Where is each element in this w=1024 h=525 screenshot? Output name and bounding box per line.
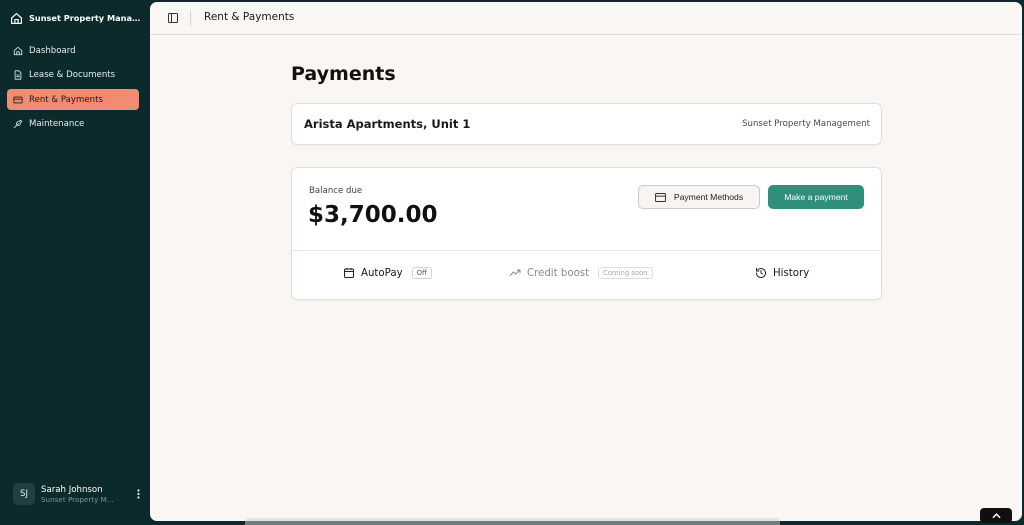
balance-card: Balance due $3,700.00 Payment Methods Ma… — [291, 167, 882, 300]
home-icon — [13, 46, 23, 55]
sidebar-item-label: Dashboard — [29, 45, 76, 56]
property-manager: Sunset Property Management — [742, 119, 870, 129]
wrench-icon — [13, 119, 23, 129]
sidebar-toggle-icon[interactable] — [167, 12, 179, 24]
user-org: Sunset Property M... — [41, 494, 114, 504]
property-card: Arista Apartments, Unit 1 Sunset Propert… — [291, 103, 882, 145]
credit-boost-status-badge: Coming soon — [598, 267, 653, 279]
payment-methods-label: Payment Methods — [673, 192, 744, 202]
sidebar-item-label: Lease & Documents — [29, 70, 116, 80]
card-divider — [292, 250, 881, 251]
sidebar-item-maintenance[interactable]: Maintenance — [7, 114, 139, 135]
main-content: Rent & Payments Payments Arista Apartmen… — [150, 2, 1022, 521]
bottom-scroll-shadow — [245, 518, 780, 525]
calendar-icon — [344, 268, 354, 278]
page-title: Payments — [291, 63, 396, 85]
card-icon — [13, 96, 23, 103]
payment-methods-button[interactable]: Payment Methods — [638, 185, 760, 209]
sidebar-item-lease-documents[interactable]: Lease & Documents — [7, 65, 139, 86]
document-icon — [14, 70, 22, 80]
more-options-icon[interactable] — [133, 487, 143, 501]
sidebar-item-label: Maintenance — [29, 119, 85, 129]
sidebar-item-label: Rent & Payments — [29, 94, 103, 105]
sidebar-nav: Dashboard Lease & Documents Rent & Payme… — [7, 40, 139, 138]
brand-name: Sunset Property Manage... — [29, 13, 146, 23]
sidebar: Sunset Property Manage... Dashboard Leas… — [0, 0, 150, 525]
home-icon — [11, 12, 22, 24]
autopay-label: AutoPay — [361, 267, 403, 279]
autopay-status-badge: Off — [411, 267, 432, 279]
sidebar-item-rent-payments[interactable]: Rent & Payments — [7, 89, 139, 110]
make-payment-button[interactable]: Make a payment — [768, 185, 864, 209]
credit-boost-label: Credit boost — [527, 267, 590, 279]
user-name: Sarah Johnson — [41, 484, 103, 495]
card-icon — [654, 192, 666, 202]
trending-up-icon — [509, 269, 521, 276]
brand[interactable]: Sunset Property Manage... — [10, 10, 146, 26]
credit-boost-item: Credit boost Coming soon — [509, 267, 653, 279]
autopay-item[interactable]: AutoPay Off — [343, 267, 432, 279]
topbar: Rent & Payments — [150, 2, 1022, 35]
user-info: Sarah Johnson Sunset Property M... — [41, 485, 127, 504]
avatar: SJ — [13, 483, 35, 505]
history-item[interactable]: History — [755, 267, 809, 279]
balance-amount: $3,700.00 — [308, 202, 438, 228]
user-profile[interactable]: SJ Sarah Johnson Sunset Property M... — [13, 482, 143, 506]
history-label: History — [773, 267, 810, 279]
breadcrumb: Rent & Payments — [204, 11, 295, 23]
balance-label: Balance due — [309, 186, 363, 196]
scroll-up-button[interactable] — [980, 508, 1012, 523]
topbar-divider — [190, 11, 191, 25]
make-payment-label: Make a payment — [784, 192, 848, 202]
property-name: Arista Apartments, Unit 1 — [304, 117, 471, 131]
sidebar-item-dashboard[interactable]: Dashboard — [7, 40, 139, 61]
chevron-up-icon — [991, 512, 1001, 518]
history-icon — [756, 268, 766, 278]
